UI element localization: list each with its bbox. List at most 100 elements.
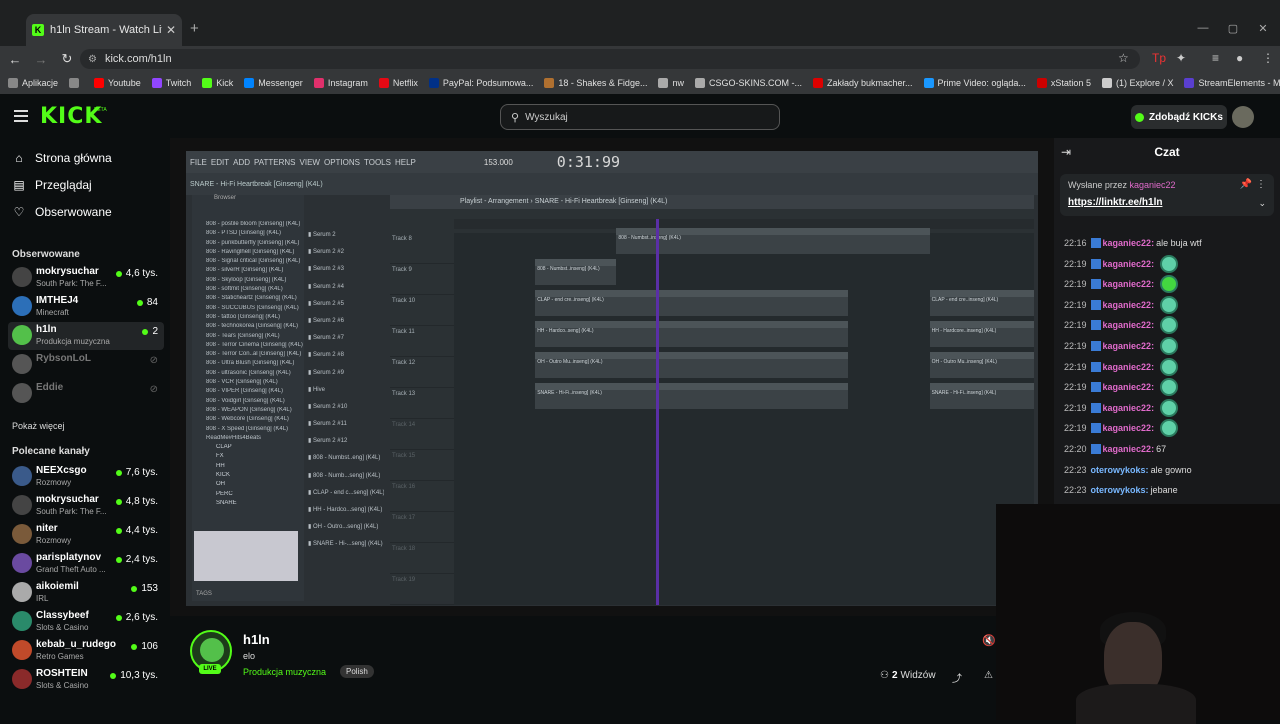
channel-rack-item[interactable]: ▮ Serum 2 #5 (308, 300, 384, 317)
channel-item[interactable]: Eddie ⊘ (8, 380, 164, 408)
browser-item[interactable]: 808 - X Speed [Ginseng] (K4L) (192, 426, 304, 435)
channel-item[interactable]: RybsonLoL ⊘ (8, 351, 164, 379)
chat-username[interactable]: kaganiec22: (1103, 341, 1155, 351)
channel-rack-item[interactable]: ▮ Serum 2 #10 (308, 403, 384, 420)
track-label[interactable]: Track 11 (392, 329, 448, 335)
browser-folder[interactable]: SNARE (192, 500, 304, 509)
track-label[interactable]: Track 17 (392, 515, 448, 521)
channel-rack-item[interactable]: ▮ Hive (308, 386, 384, 403)
channel-item[interactable]: parisplatynov Grand Theft Auto ... 2,4 tys… (8, 550, 164, 578)
browser-item[interactable]: 808 - VCR [Ginseng] (K4L) (192, 379, 304, 388)
search-input[interactable]: ⚲ Wyszukaj (500, 104, 780, 130)
browser-item[interactable]: 808 - SUCCUBUS [Ginseng] (K4L) (192, 305, 304, 314)
browser-item[interactable]: 808 - postile bloom [Ginseng] (K4L) (192, 221, 304, 230)
browser-folder[interactable]: FX (192, 453, 304, 462)
nav-following[interactable]: ♡ Obserwowane (12, 205, 112, 219)
language-tag[interactable]: Polish (340, 665, 374, 678)
track-grid[interactable]: SNARE - Hi-Fi..inseng] (K4L) SNARE - Hi-F… (454, 383, 1034, 419)
bookmark-star-icon[interactable]: ☆ (1118, 51, 1129, 65)
channel-rack-item[interactable]: ▮ Serum 2 #3 (308, 265, 384, 282)
track-label[interactable]: Track 18 (392, 546, 448, 552)
track-grid[interactable] (454, 512, 1034, 543)
browser-folder[interactable]: CLAP (192, 444, 304, 453)
channel-rack-item[interactable]: ▮ Serum 2 #12 (308, 437, 384, 454)
chat-username[interactable]: kaganiec22: (1103, 403, 1155, 413)
show-more-link[interactable]: Pokaż więcej (12, 421, 65, 431)
bookmark-item[interactable]: Aplikacje (8, 78, 58, 88)
channel-rack-item[interactable]: ▮ Serum 2 #4 (308, 283, 384, 300)
browser-folder[interactable]: PERC (192, 491, 304, 500)
bookmark-item[interactable]: StreamElements - M... (1184, 78, 1280, 88)
track-label[interactable]: Track 8 (392, 236, 448, 242)
browser-item[interactable]: 808 - Ravinglhell [Ginseng] (K4L) (192, 249, 304, 258)
playlist-clip[interactable]: SNARE - Hi-Fi..inseng] (K4L) (535, 383, 849, 409)
bookmark-item[interactable]: Youtube (94, 78, 141, 88)
browser-item[interactable]: 808 - Terror Con..al [Ginseng] (K4L) (192, 351, 304, 360)
bookmark-item[interactable]: Messenger (244, 78, 303, 88)
url-field[interactable]: ⚙ kick.com/h1ln (80, 49, 1140, 69)
profile-icon[interactable]: ● (1236, 51, 1243, 65)
chat-username[interactable]: kaganiec22: (1103, 382, 1155, 392)
user-avatar[interactable] (1232, 106, 1254, 128)
forward-icon[interactable]: → (30, 52, 52, 67)
channel-rack-item[interactable]: ▮ Serum 2 #7 (308, 334, 384, 351)
channel-item[interactable]: kebab_u_rudego Retro Games 106 (8, 637, 164, 665)
bookmark-item[interactable]: Twitch (151, 78, 191, 88)
playlist-clip[interactable]: SNARE - Hi-Fi..inseng] (K4L) (929, 383, 1034, 409)
chevron-down-icon[interactable]: ⌄ (1258, 198, 1266, 209)
browser-item[interactable]: 808 - Ultra Blush [Ginseng] (K4L) (192, 360, 304, 369)
streamer-name[interactable]: h1ln (243, 632, 270, 647)
channel-rack-item[interactable]: ▮ Serum 2 #8 (308, 351, 384, 368)
browser-item[interactable]: ReadMe#Hits4Beats (192, 435, 304, 444)
chat-username[interactable]: kaganiec22: (1103, 300, 1155, 310)
browser-item[interactable]: 808 - Signal critical [Ginseng] (K4L) (192, 258, 304, 267)
browser-item[interactable]: 808 - silverR [Ginseng] (K4L) (192, 267, 304, 276)
daw-menu-item[interactable]: OPTIONS (324, 158, 360, 167)
browser-item[interactable]: 808 - VIPER [Ginseng] (K4L) (192, 388, 304, 397)
track-label[interactable]: Track 16 (392, 484, 448, 490)
channel-rack-item[interactable]: ▮ Serum 2 #2 (308, 248, 384, 265)
bookmark-item[interactable]: Instagram (313, 78, 368, 88)
channel-item[interactable]: niter Rozmowy 4,4 tys. (8, 521, 164, 549)
bookmark-item[interactable]: nw (658, 78, 684, 88)
track-grid[interactable] (454, 450, 1034, 481)
playlist-clip[interactable]: CLAP - end cre..inseng] (K4L) (929, 290, 1034, 316)
track-label[interactable]: Track 12 (392, 360, 448, 366)
muted-icon[interactable]: 🔇 (982, 634, 996, 647)
channel-item[interactable]: ROSHTEIN Slots & Casino 10,3 tys. (8, 666, 164, 694)
browser-item[interactable]: 808 - WEAPON [Ginseng] (K4L) (192, 407, 304, 416)
channel-rack-item[interactable]: ▮ OH - Outro...seng] (K4L) (308, 523, 384, 540)
bookmark-item[interactable]: Kick (202, 78, 233, 88)
playlist-clip[interactable]: 808 - Numbst..inseng] (K4L) (535, 259, 617, 285)
chat-username[interactable]: kaganiec22: (1103, 320, 1155, 330)
chat-username[interactable]: oterowykoks: (1091, 485, 1149, 495)
browser-item[interactable]: 808 - technokorea [Ginseng] (K4L) (192, 323, 304, 332)
maximize-icon[interactable]: ▢ (1218, 16, 1248, 40)
browser-item[interactable]: 808 - Terror Cinema [Ginseng] (K4L) (192, 342, 304, 351)
pinned-link[interactable]: https://linktr.ee/h1ln (1068, 197, 1162, 208)
browser-folder[interactable]: OH (192, 481, 304, 490)
daw-menu-item[interactable]: HELP (395, 158, 416, 167)
browser-item[interactable]: 808 - Tears [Ginseng] (K4L) (192, 333, 304, 342)
track-label[interactable]: Track 15 (392, 453, 448, 459)
track-grid[interactable] (454, 543, 1034, 574)
playlist-clip[interactable]: HH - Hardcore..inseng] (K4L) (929, 321, 1034, 347)
pin-icon[interactable]: 📌 (1240, 179, 1252, 190)
track-grid[interactable] (454, 481, 1034, 512)
channel-rack-item[interactable]: ▮ Serum 2 #9 (308, 369, 384, 386)
track-label[interactable]: Track 13 (392, 391, 448, 397)
daw-menu-item[interactable]: TOOLS (364, 158, 391, 167)
browser-tab[interactable]: K h1ln Stream - Watch Live o ✕ (26, 14, 182, 46)
track-label[interactable]: Track 14 (392, 422, 448, 428)
stream-category[interactable]: Produkcja muzyczna (243, 667, 326, 677)
channel-rack-item[interactable]: ▮ SNARE - Hi-...seng] (K4L) (308, 540, 384, 557)
channel-item[interactable]: h1ln Produkcja muzyczna 2 (8, 322, 164, 350)
daw-menu-item[interactable]: FILE (190, 158, 207, 167)
reload-icon[interactable]: ↻ (56, 51, 78, 67)
menu-icon[interactable]: ⋮ (1262, 51, 1274, 65)
channel-rack-item[interactable]: ▮ 808 - Numbst..eng] (K4L) (308, 454, 384, 471)
bookmark-item[interactable]: PayPal: Podsumowa... (428, 78, 533, 88)
browser-item[interactable]: 808 - ultrasonic [Ginseng] (K4L) (192, 370, 304, 379)
chat-username[interactable]: kaganiec22: (1103, 444, 1155, 454)
new-tab-icon[interactable]: + (190, 20, 199, 37)
